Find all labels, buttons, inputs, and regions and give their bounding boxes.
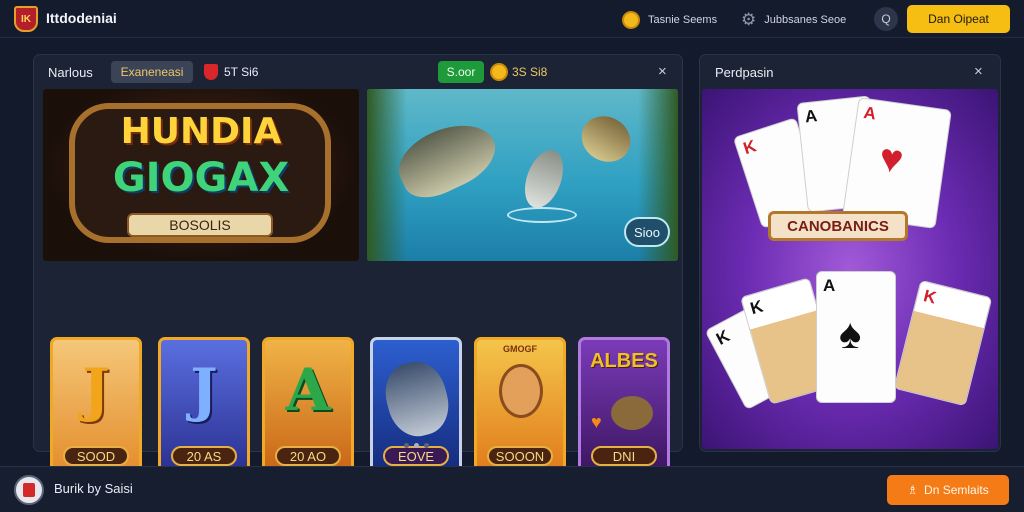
card-rank: K <box>748 296 766 319</box>
brand-name[interactable]: Ittdodeniai <box>46 10 117 26</box>
nav-item-jubbsanes[interactable]: ⚙ Jubbsanes Seoe <box>741 11 846 28</box>
cards-panel: Perdpasin × K A A ♥ CANOBANICS K K A ♠ K <box>699 54 1001 452</box>
panel-title: Perdpasin <box>715 65 774 80</box>
banner-play-button[interactable]: Sioo <box>624 217 670 247</box>
search-icon: Q <box>881 12 891 26</box>
featured-banner-fishing[interactable]: Sioo <box>367 89 678 261</box>
game-tile-6[interactable]: ALBES ♥ DNI <box>578 337 670 477</box>
game-plate: 20 AO <box>275 446 341 466</box>
footer-label: Burik by Saisi <box>54 481 133 496</box>
card-suit: ♥ <box>876 135 907 183</box>
banner-title-line1: HUNDIA <box>120 111 282 152</box>
card-rank: K <box>921 286 939 308</box>
search-button[interactable]: Q <box>874 7 898 31</box>
game-plate: DNI <box>591 446 657 466</box>
game-plate: SOOD <box>63 446 129 466</box>
card-rank: A <box>823 276 836 295</box>
close-icon[interactable]: × <box>974 63 983 80</box>
page-dot[interactable] <box>424 443 429 448</box>
card-rank: K <box>740 136 759 159</box>
pagination-dots[interactable] <box>404 443 429 448</box>
footer-bar: Burik by Saisi ♗ Dn Semlaits <box>0 466 1024 512</box>
panel-title: Narlous <box>48 65 93 80</box>
game-tile-4[interactable]: EOVE <box>370 337 462 477</box>
card-rank: A <box>803 106 819 127</box>
featured-banner-hundia[interactable]: HUNDIA GIOGAX BOSOLIS <box>43 89 359 261</box>
chess-icon: ♗ <box>907 483 919 497</box>
coin-icon <box>622 11 640 29</box>
signup-button[interactable]: Dan Oipeat <box>907 5 1010 33</box>
playing-card: A ♠ <box>816 271 896 403</box>
banner-title-line2: GIOGAX <box>112 155 290 201</box>
coin-icon <box>490 63 508 81</box>
heart-icon: ♥ <box>591 412 602 432</box>
fish-icon <box>378 355 456 443</box>
logo-icon[interactable]: IK <box>14 6 38 32</box>
nav-item-tasnie-seems[interactable]: Tasnie Seems <box>622 11 717 29</box>
page-dot[interactable] <box>404 443 409 448</box>
playing-card: K <box>893 279 993 407</box>
cards-banner[interactable]: K A A ♥ CANOBANICS K K A ♠ K <box>702 89 998 449</box>
game-symbol: J <box>190 356 218 424</box>
avatar[interactable] <box>14 475 44 505</box>
cta-button[interactable]: ♗ Dn Semlaits <box>887 475 1009 505</box>
banner-plaque: BOSOLIS <box>127 213 273 237</box>
games-panel: Narlous Exaneneasi 5T Si6 S.oor 3S Si8 ×… <box>33 54 683 477</box>
nav-label: Jubbsanes Seoe <box>764 13 847 26</box>
card-suit: ♠ <box>839 310 862 357</box>
fish-icon <box>573 107 639 171</box>
card-rank: A <box>862 102 878 124</box>
game-plate: 20 AS <box>171 446 237 466</box>
gear-icon: ⚙ <box>741 10 757 29</box>
game-tile-5[interactable]: GMOGF SOOON <box>474 337 566 477</box>
top-bar: IK Ittdodeniai Tasnie Seems ⚙ Jubbsanes … <box>0 0 1024 38</box>
nav-label: Tasnie Seems <box>648 14 718 26</box>
cta-label: Dn Semlaits <box>924 483 989 497</box>
chair-icon <box>23 483 35 497</box>
shield-icon <box>204 64 218 80</box>
page-dot[interactable] <box>414 443 419 448</box>
status-text: 5T Si6 <box>224 65 259 79</box>
game-title: ALBES <box>590 350 658 372</box>
card-rank: K <box>713 326 733 349</box>
game-symbol: A <box>285 356 331 424</box>
character-icon <box>499 364 543 418</box>
game-plate: EOVE <box>383 446 449 466</box>
game-tile-1[interactable]: J SOOD <box>50 337 142 477</box>
cards-banner-plaque: CANOBANICS <box>768 211 908 241</box>
water-ripple <box>507 207 577 223</box>
tab-exaneneasi[interactable]: Exaneneasi <box>111 61 193 83</box>
game-tile-3[interactable]: A 20 AO <box>262 337 354 477</box>
fish-icon <box>611 396 653 430</box>
coin-balance-text: 3S Si8 <box>512 65 548 79</box>
coin-balance: 3S Si8 <box>490 61 547 83</box>
game-symbol: J <box>82 356 110 424</box>
status-badge[interactable]: S.oor <box>438 61 484 83</box>
game-sign: GMOGF <box>503 344 537 354</box>
fish-icon <box>517 144 571 214</box>
status-indicator: 5T Si6 <box>204 61 258 83</box>
game-plate: SOOON <box>487 446 553 466</box>
close-icon[interactable]: × <box>658 63 667 80</box>
playing-card: A ♥ <box>842 97 952 229</box>
game-tile-2[interactable]: J 20 AS <box>158 337 250 477</box>
